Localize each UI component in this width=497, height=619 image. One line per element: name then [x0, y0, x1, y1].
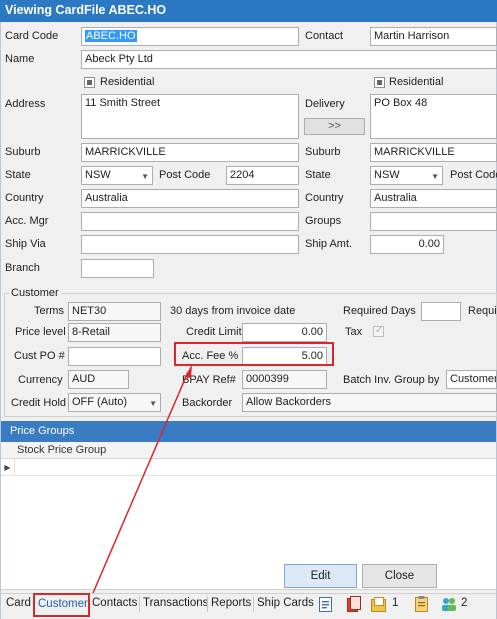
annotation-arrow	[92, 364, 192, 594]
